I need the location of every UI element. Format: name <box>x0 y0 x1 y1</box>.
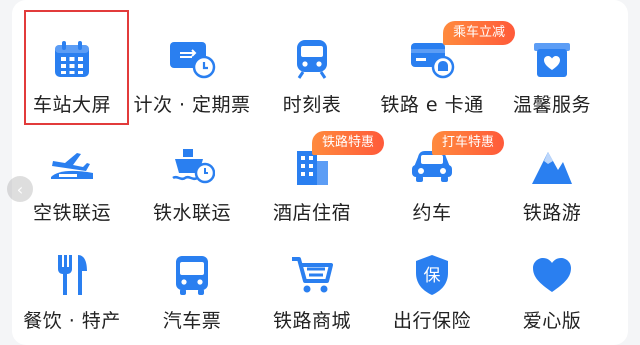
heart-box-icon <box>527 36 577 82</box>
ship-clock-icon <box>167 144 217 190</box>
service-label: 铁路 e 卡通 <box>380 94 484 116</box>
service-label: 酒店住宿 <box>272 202 351 224</box>
service-hotel[interactable]: 铁路特惠 酒店住宿 <box>252 121 385 234</box>
service-insurance[interactable]: 保 出行保险 <box>372 234 492 335</box>
heart-icon <box>527 252 577 298</box>
service-rail-mall[interactable]: 铁路商城 <box>252 234 372 335</box>
svg-text:保: 保 <box>424 266 441 286</box>
plane-train-icon <box>47 144 97 190</box>
service-care-edition[interactable]: 爱心版 <box>492 234 612 335</box>
service-e-card[interactable]: 乘车立减 铁路 e 卡通 <box>372 0 516 121</box>
fork-knife-icon <box>47 252 97 298</box>
service-label: 爱心版 <box>522 310 582 332</box>
service-label: 温馨服务 <box>512 94 591 116</box>
service-count-ticket[interactable]: 计次 · 定期票 <box>132 0 252 121</box>
service-timetable[interactable]: 时刻表 <box>252 0 372 121</box>
service-food[interactable]: 餐饮 · 特产 <box>12 234 132 335</box>
service-label: 餐饮 · 特产 <box>23 310 121 332</box>
mountain-icon <box>527 144 577 190</box>
train-front-icon <box>287 36 337 82</box>
service-rail-tour[interactable]: 铁路游 <box>492 121 612 234</box>
service-label: 时刻表 <box>282 94 342 116</box>
bus-icon <box>167 252 217 298</box>
service-label: 空铁联运 <box>32 202 111 224</box>
service-label: 约车 <box>412 202 452 224</box>
shield-bao-icon: 保 <box>407 252 457 298</box>
service-rail-water[interactable]: 铁水联运 <box>132 121 252 234</box>
service-label: 铁路商城 <box>272 310 351 332</box>
services-grid: 车站大屏 计次 · 定期票 时刻表 乘车立减 铁路 e 卡通 温馨服务 空铁联运… <box>12 0 612 335</box>
service-ride[interactable]: 打车特惠 约车 <box>372 121 505 234</box>
service-label: 铁水联运 <box>152 202 231 224</box>
calendar-icon <box>47 36 97 82</box>
service-air-rail[interactable]: 空铁联运 <box>12 121 132 234</box>
service-label: 汽车票 <box>162 310 222 332</box>
prev-page-button[interactable]: ‹ <box>7 176 33 202</box>
service-station-screen[interactable]: 车站大屏 <box>12 0 132 121</box>
ticket-clock-icon <box>167 36 217 82</box>
service-bus-ticket[interactable]: 汽车票 <box>132 234 252 335</box>
service-label: 车站大屏 <box>32 94 111 116</box>
service-label: 铁路游 <box>522 202 582 224</box>
service-label: 计次 · 定期票 <box>133 94 251 116</box>
service-warm[interactable]: 温馨服务 <box>492 0 612 121</box>
cart-icon <box>287 252 337 298</box>
service-label: 出行保险 <box>392 310 471 332</box>
chevron-left-icon: ‹ <box>16 179 24 199</box>
